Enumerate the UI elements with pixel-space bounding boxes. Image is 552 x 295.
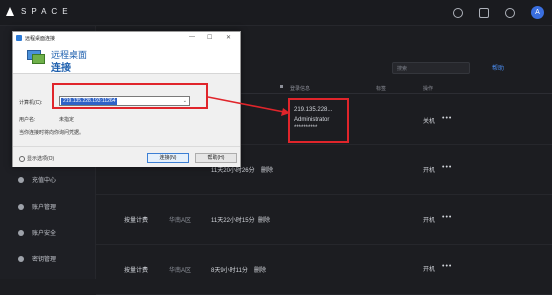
annotation-arrow bbox=[207, 96, 290, 116]
